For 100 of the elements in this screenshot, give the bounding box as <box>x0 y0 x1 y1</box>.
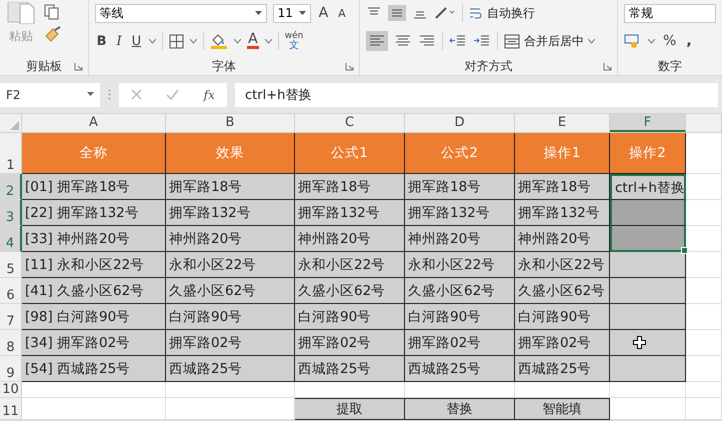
table-cell: 神州路20号 <box>295 226 405 252</box>
table-cell: 神州路20号 <box>515 226 610 252</box>
table-cell: 永和小区22号 <box>405 252 515 278</box>
fill-handle[interactable] <box>681 247 688 254</box>
table-cell: 拥军路02号 <box>295 330 405 356</box>
row-header[interactable]: 11 <box>0 398 22 420</box>
table-cell <box>686 356 722 382</box>
table-cell <box>686 174 722 200</box>
font-color-button[interactable]: A <box>247 33 259 49</box>
table-cell: 白河路90号 <box>515 304 610 330</box>
caret-icon[interactable] <box>648 38 655 44</box>
table-cell: [22] 拥军路132号 <box>22 200 166 226</box>
wrap-text-button[interactable]: 自动换行 <box>469 4 536 22</box>
row-header[interactable]: 7 <box>0 304 22 330</box>
table-cell: 拥军路02号 <box>166 330 295 356</box>
table-cell: 拥军路02号 <box>515 330 610 356</box>
table-cell: 智能填 <box>515 398 610 420</box>
table-cell: 西城路25号 <box>295 356 405 382</box>
merge-cells-icon <box>504 34 520 48</box>
caret-icon[interactable] <box>149 38 156 44</box>
font-name-field[interactable]: 等线 <box>94 4 267 22</box>
row-header[interactable]: 6 <box>0 278 22 304</box>
table-cell: 久盛小区62号 <box>515 278 610 304</box>
table-cell: 白河路90号 <box>405 304 515 330</box>
table-cell <box>686 226 722 252</box>
merge-center-button[interactable]: 合并后居中 <box>504 32 596 50</box>
table-cell: [41] 久盛小区62号 <box>22 278 166 304</box>
table-cell: 拥军路132号 <box>166 200 295 226</box>
number-format-field[interactable]: 常规 <box>624 4 716 22</box>
table-cell: 拥军路02号 <box>405 330 515 356</box>
table-cell: ctrl+h替换 <box>610 174 686 200</box>
row-header[interactable]: 2 <box>0 174 22 200</box>
dialog-launcher-icon[interactable] <box>603 62 612 71</box>
column-header[interactable]: B <box>166 114 295 132</box>
font-size-field[interactable]: 11 <box>272 4 311 22</box>
dialog-launcher-icon[interactable] <box>74 62 83 71</box>
dropdown-icon <box>298 10 306 16</box>
fill-bucket-icon[interactable] <box>210 33 228 49</box>
table-cell: 拥军路132号 <box>515 200 610 226</box>
table-cell: 拥军路132号 <box>405 200 515 226</box>
table-cell: [01] 拥军路18号 <box>22 174 166 200</box>
table-cell: 久盛小区62号 <box>405 278 515 304</box>
group-label: 剪贴板 <box>26 58 62 74</box>
row-header[interactable]: 4 <box>0 226 22 252</box>
underline-button[interactable]: U <box>130 34 144 48</box>
table-cell: 拥军路18号 <box>515 174 610 200</box>
row-header[interactable]: 10 <box>0 382 22 398</box>
row-header[interactable]: 9 <box>0 356 22 382</box>
table-cell: 替换 <box>405 398 515 420</box>
insert-function-button[interactable]: fx <box>204 88 215 102</box>
table-cell: [54] 西城路25号 <box>22 356 166 382</box>
column-header[interactable]: C <box>295 114 405 132</box>
table-cell: 白河路90号 <box>295 304 405 330</box>
check-icon[interactable] <box>166 89 180 100</box>
bold-button[interactable]: B <box>94 34 108 48</box>
column-header[interactable]: F <box>610 114 686 132</box>
wrap-text-icon <box>469 6 484 20</box>
row-header[interactable]: 1 <box>0 133 22 174</box>
table-cell <box>686 200 722 226</box>
table-cell: 西城路25号 <box>166 356 295 382</box>
row-header[interactable]: 3 <box>0 200 22 226</box>
row-header[interactable]: 5 <box>0 252 22 278</box>
increase-font-button[interactable]: A <box>316 5 330 21</box>
decrease-font-button[interactable]: A <box>336 6 348 20</box>
comma-style-button[interactable]: , <box>684 33 694 49</box>
caret-icon[interactable] <box>234 38 242 44</box>
table-cell <box>686 398 722 420</box>
group-label: 字体 <box>212 58 236 74</box>
format-painter-icon[interactable] <box>44 26 62 42</box>
table-cell: [33] 神州路20号 <box>22 226 166 252</box>
table-cell: 白河路90号 <box>166 304 295 330</box>
italic-button[interactable]: I <box>114 34 124 48</box>
caret-icon[interactable] <box>264 38 272 44</box>
header-cell: 公式1 <box>295 133 405 174</box>
table-cell: 久盛小区62号 <box>295 278 405 304</box>
align-left-icon[interactable] <box>366 31 388 51</box>
dialog-launcher-icon[interactable] <box>345 62 354 71</box>
name-box[interactable]: F2 <box>0 82 100 106</box>
table-cell: 提取 <box>295 398 405 420</box>
dropdown-icon <box>87 92 94 97</box>
table-cell: [11] 永和小区22号 <box>22 252 166 278</box>
formula-input[interactable]: ctrl+h替换 <box>235 82 718 106</box>
copy-icon[interactable] <box>44 4 60 20</box>
header-cell: 操作1 <box>515 133 610 174</box>
percent-button[interactable]: % <box>661 33 678 49</box>
caret-icon <box>588 38 596 44</box>
border-icon[interactable] <box>169 34 184 48</box>
column-header[interactable]: A <box>22 114 166 132</box>
phonetic-guide-button[interactable]: wén 文 <box>284 32 304 50</box>
triangle-icon <box>10 121 19 130</box>
text-orientation-icon[interactable] <box>434 6 456 20</box>
row-header[interactable]: 8 <box>0 330 22 356</box>
table-cell <box>686 278 722 304</box>
column-header[interactable]: D <box>405 114 515 132</box>
table-cell: 永和小区22号 <box>515 252 610 278</box>
header-cell: 全称 <box>22 133 166 174</box>
align-middle-icon[interactable] <box>388 5 406 21</box>
header-cell: 操作2 <box>610 133 686 174</box>
caret-icon[interactable] <box>190 38 198 44</box>
table-cell <box>686 304 722 330</box>
